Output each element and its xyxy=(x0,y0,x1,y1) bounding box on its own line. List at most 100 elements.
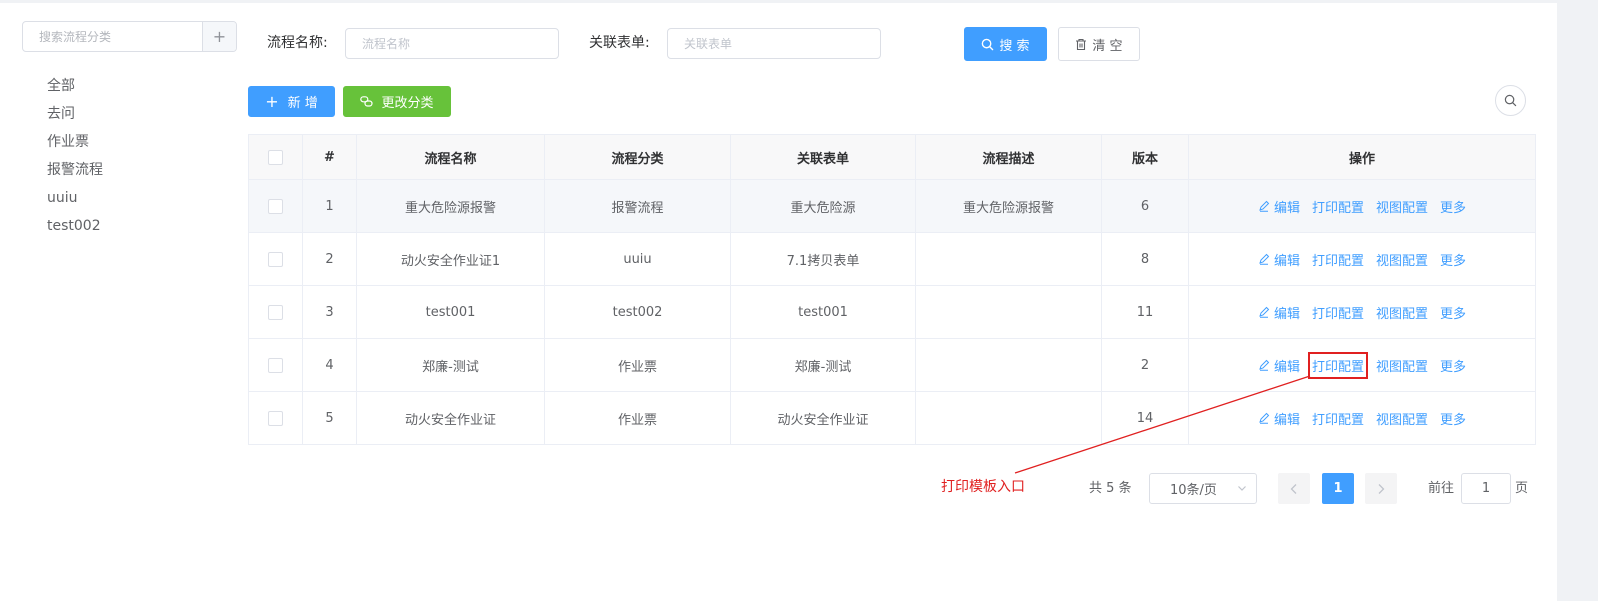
edit-icon xyxy=(1259,412,1270,424)
print-config-link[interactable]: 打印配置 xyxy=(1312,303,1364,322)
select-all-checkbox[interactable] xyxy=(268,149,283,165)
goto-suffix: 页 xyxy=(1515,481,1529,496)
view-config-link[interactable]: 视图配置 xyxy=(1376,250,1428,269)
cell-version: 6 xyxy=(1101,179,1189,233)
edit-icon xyxy=(1259,306,1270,318)
edit-link[interactable]: 编辑 xyxy=(1258,303,1300,322)
cell-category: 作业票 xyxy=(544,338,731,392)
cell-category: 报警流程 xyxy=(544,179,731,233)
cell-category: 作业票 xyxy=(544,391,731,445)
tree-item-alarm-process[interactable]: 报警流程 xyxy=(47,156,103,184)
cell-index: 5 xyxy=(302,391,357,445)
related-form-label: 关联表单: xyxy=(589,35,650,51)
edit-link[interactable]: 编辑 xyxy=(1258,356,1300,375)
more-link[interactable]: 更多 xyxy=(1440,303,1466,322)
cell-form: 7.1拷贝表单 xyxy=(730,232,916,286)
related-form-input[interactable] xyxy=(667,28,881,59)
table-row: 1 重大危险源报警 报警流程 重大危险源 重大危险源报警 6 编辑 打印配置 视… xyxy=(248,179,1536,233)
toggle-search-button[interactable] xyxy=(1495,85,1526,116)
column-header-description: 流程描述 xyxy=(915,134,1102,180)
category-tree: 全部 去问 作业票 报警流程 uuiu test002 xyxy=(47,72,103,240)
tree-item-uuiu[interactable]: uuiu xyxy=(47,184,103,212)
annotation-label: 打印模板入口 xyxy=(941,479,1025,495)
cell-name: 动火安全作业证1 xyxy=(356,232,545,286)
chevron-right-icon xyxy=(1378,483,1385,494)
more-link[interactable]: 更多 xyxy=(1440,197,1466,216)
column-header-category: 流程分类 xyxy=(544,134,731,180)
row-checkbox[interactable] xyxy=(268,410,283,426)
edit-label: 编辑 xyxy=(1273,200,1300,216)
cell-actions: 编辑 打印配置 视图配置 更多 xyxy=(1188,391,1536,445)
edit-label: 编辑 xyxy=(1273,412,1300,428)
cell-form: 动火安全作业证 xyxy=(730,391,916,445)
add-button[interactable]: + 新 增 xyxy=(248,86,335,117)
trash-icon xyxy=(1076,38,1087,50)
print-config-link[interactable]: 打印配置 xyxy=(1312,197,1364,216)
clear-button[interactable]: 清 空 xyxy=(1058,27,1140,61)
process-name-input[interactable] xyxy=(345,28,559,59)
add-button-label: 新 增 xyxy=(287,96,318,111)
cell-version: 2 xyxy=(1101,338,1189,392)
row-checkbox[interactable] xyxy=(268,251,283,267)
view-config-link[interactable]: 视图配置 xyxy=(1376,197,1428,216)
print-config-link[interactable]: 打印配置 xyxy=(1312,250,1364,269)
clear-button-label: 清 空 xyxy=(1092,38,1123,54)
add-category-button[interactable]: + xyxy=(202,22,236,51)
process-table: # 流程名称 流程分类 关联表单 流程描述 版本 操作 1 重大危险源报警 报警… xyxy=(248,134,1536,445)
row-checkbox[interactable] xyxy=(268,357,283,373)
prev-page-button[interactable] xyxy=(1278,473,1310,504)
link-icon xyxy=(360,96,374,107)
cell-version: 14 xyxy=(1101,391,1189,445)
tree-item-all[interactable]: 全部 xyxy=(47,72,103,100)
cell-version: 8 xyxy=(1101,232,1189,286)
edit-link[interactable]: 编辑 xyxy=(1258,197,1300,216)
select-all-cell xyxy=(248,134,303,180)
process-name-label: 流程名称: xyxy=(267,35,328,51)
column-header-index: # xyxy=(302,134,357,180)
cell-version: 11 xyxy=(1101,285,1189,339)
next-page-button[interactable] xyxy=(1365,473,1397,504)
plus-icon: + xyxy=(265,91,279,111)
row-checkbox[interactable] xyxy=(268,198,283,214)
table-row: 2 动火安全作业证1 uuiu 7.1拷贝表单 8 编辑 打印配置 视图配置 更… xyxy=(248,232,1536,286)
cell-form: 重大危险源 xyxy=(730,179,916,233)
edit-link[interactable]: 编辑 xyxy=(1258,409,1300,428)
pagination-total: 共 5 条 xyxy=(1089,481,1132,496)
cell-actions: 编辑 打印配置 视图配置 更多 xyxy=(1188,179,1536,233)
edit-icon xyxy=(1259,359,1270,371)
change-category-button[interactable]: 更改分类 xyxy=(343,86,451,117)
tree-item-quwen[interactable]: 去问 xyxy=(47,100,103,128)
cell-index: 4 xyxy=(302,338,357,392)
cell-description xyxy=(915,285,1102,339)
cell-description xyxy=(915,232,1102,286)
row-checkbox[interactable] xyxy=(268,304,283,320)
edit-icon xyxy=(1259,200,1270,212)
print-config-link[interactable]: 打印配置 xyxy=(1312,409,1364,428)
page-size-select[interactable]: 10条/页 xyxy=(1149,473,1257,504)
table-row: 4 郑廉-测试 作业票 郑廉-测试 2 编辑 打印配置 视图配置 更多 xyxy=(248,338,1536,392)
view-config-link[interactable]: 视图配置 xyxy=(1376,356,1428,375)
view-config-link[interactable]: 视图配置 xyxy=(1376,409,1428,428)
goto-page-input[interactable] xyxy=(1461,473,1511,504)
view-config-link[interactable]: 视图配置 xyxy=(1376,303,1428,322)
page-size-value: 10条/页 xyxy=(1170,483,1217,498)
cell-actions: 编辑 打印配置 视图配置 更多 xyxy=(1188,338,1536,392)
search-icon xyxy=(982,38,994,50)
more-link[interactable]: 更多 xyxy=(1440,250,1466,269)
more-link[interactable]: 更多 xyxy=(1440,356,1466,375)
cell-form: test001 xyxy=(730,285,916,339)
tree-item-test002[interactable]: test002 xyxy=(47,212,103,240)
cell-name: test001 xyxy=(356,285,545,339)
search-button[interactable]: 搜 索 xyxy=(964,27,1047,61)
tree-item-work-ticket[interactable]: 作业票 xyxy=(47,128,103,156)
print-config-link-highlighted[interactable]: 打印配置 xyxy=(1307,351,1369,379)
category-search-input[interactable] xyxy=(23,22,202,51)
cell-index: 1 xyxy=(302,179,357,233)
table-row: 5 动火安全作业证 作业票 动火安全作业证 14 编辑 打印配置 视图配置 更多 xyxy=(248,391,1536,445)
goto-prefix: 前往 xyxy=(1428,481,1455,496)
edit-link[interactable]: 编辑 xyxy=(1258,250,1300,269)
more-link[interactable]: 更多 xyxy=(1440,409,1466,428)
chevron-left-icon xyxy=(1290,483,1297,494)
cell-index: 2 xyxy=(302,232,357,286)
page-number-current[interactable]: 1 xyxy=(1322,473,1354,504)
